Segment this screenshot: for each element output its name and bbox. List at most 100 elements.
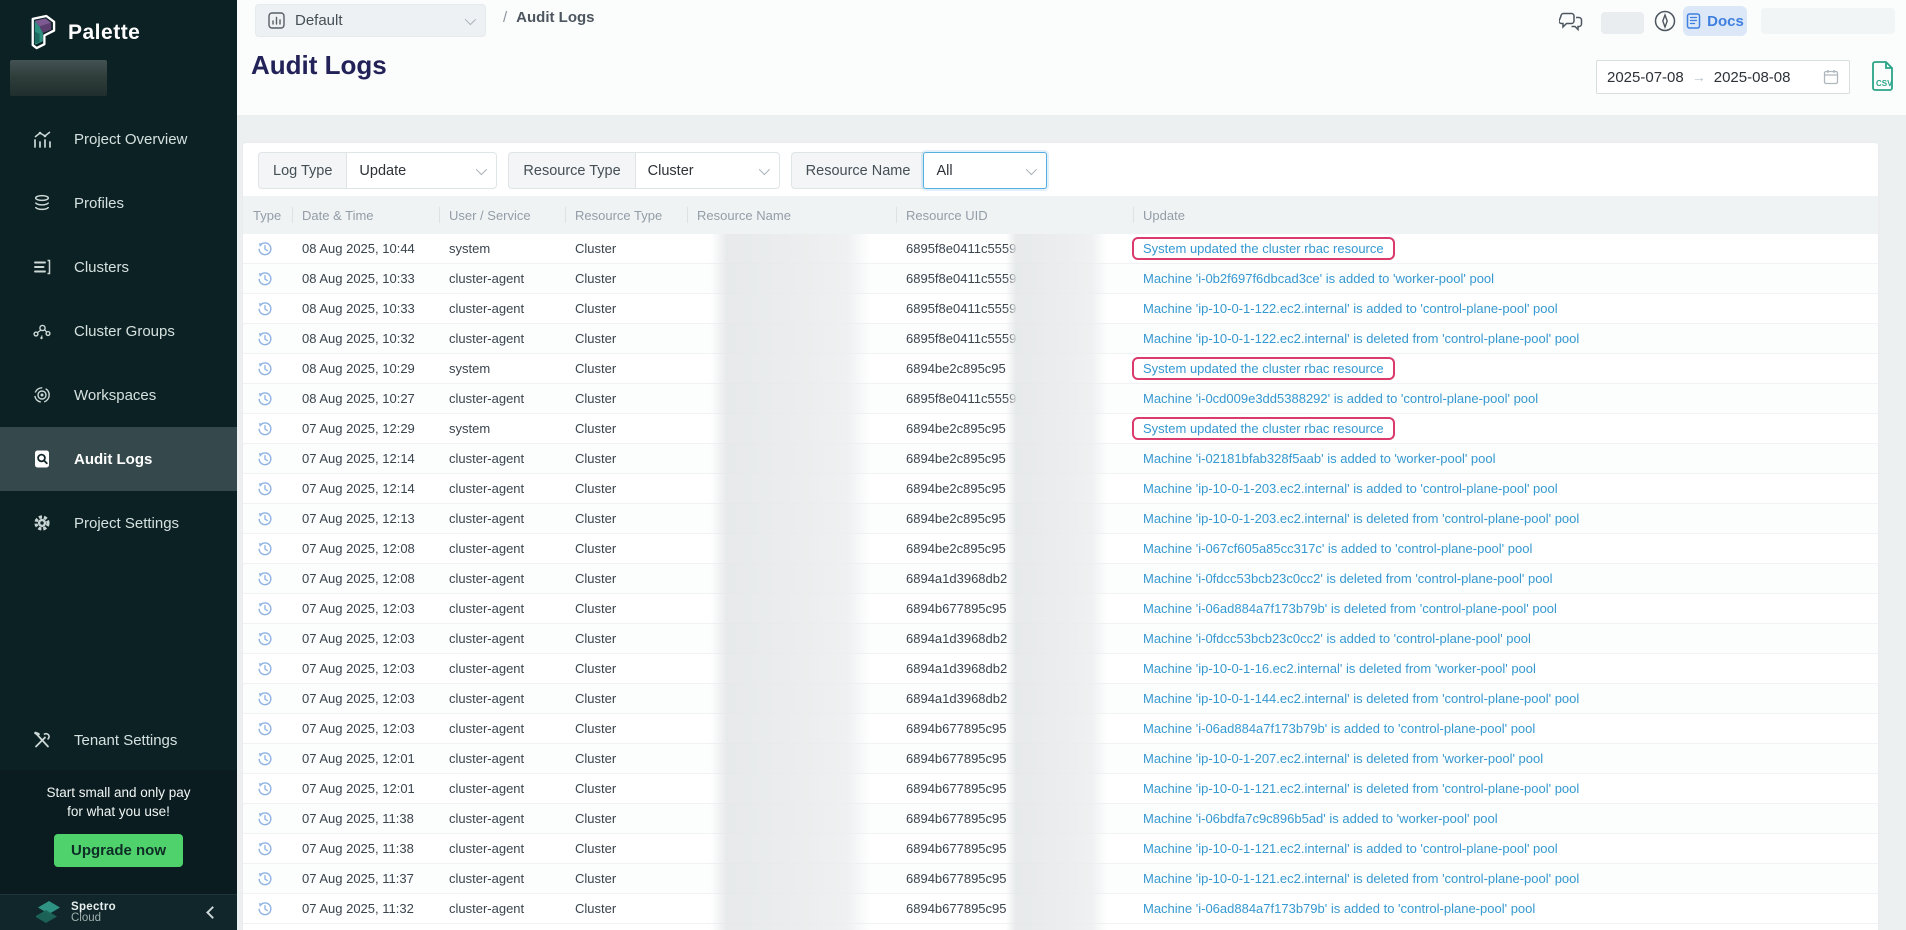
sidebar-item-profiles[interactable]: Profiles	[0, 171, 237, 235]
history-icon[interactable]	[257, 751, 273, 767]
table-row[interactable]: 08 Aug 2025, 10:33 cluster-agent Cluster…	[243, 294, 1878, 324]
table-row[interactable]: 07 Aug 2025, 12:03 cluster-agent Cluster…	[243, 684, 1878, 714]
sidebar-item-tenant-settings[interactable]: Tenant Settings	[0, 716, 237, 764]
table-row[interactable]: 08 Aug 2025, 10:33 cluster-agent Cluster…	[243, 264, 1878, 294]
table-row[interactable]: 07 Aug 2025, 12:08 cluster-agent Cluster…	[243, 534, 1878, 564]
update-link[interactable]: System updated the cluster rbac resource	[1132, 417, 1395, 440]
update-link[interactable]: Machine 'ip-10-0-1-121.ec2.internal' is …	[1143, 781, 1579, 796]
history-icon[interactable]	[257, 691, 273, 707]
history-icon[interactable]	[257, 841, 273, 857]
sidebar-item-audit-logs[interactable]: Audit Logs	[0, 427, 237, 491]
history-icon[interactable]	[257, 271, 273, 287]
table-row[interactable]: 07 Aug 2025, 12:08 cluster-agent Cluster…	[243, 564, 1878, 594]
table-row[interactable]: 08 Aug 2025, 10:44 system Cluster 6895f8…	[243, 234, 1878, 264]
resource-type-cell: Cluster	[565, 774, 687, 803]
update-link[interactable]: System updated the cluster rbac resource	[1132, 237, 1395, 260]
update-link[interactable]: Machine 'ip-10-0-1-203.ec2.internal' is …	[1143, 481, 1558, 496]
table-row[interactable]: 07 Aug 2025, 12:14 cluster-agent Cluster…	[243, 444, 1878, 474]
feedback-chat-icon[interactable]	[1559, 10, 1585, 39]
sidebar-item-project-overview[interactable]: Project Overview	[0, 107, 237, 171]
filter-resource-type-select[interactable]: Cluster	[635, 152, 780, 189]
history-icon[interactable]	[257, 481, 273, 497]
table-row[interactable]: 07 Aug 2025, 12:03 cluster-agent Cluster…	[243, 654, 1878, 684]
history-icon[interactable]	[257, 511, 273, 527]
resource-uid-cell: 6894be2c895c95	[896, 414, 1133, 443]
history-icon[interactable]	[257, 781, 273, 797]
update-link[interactable]: Machine 'ip-10-0-1-122.ec2.internal' is …	[1143, 301, 1558, 316]
table-row[interactable]: 07 Aug 2025, 12:13 cluster-agent Cluster…	[243, 504, 1878, 534]
update-link[interactable]: Machine 'i-0fdcc53bcb23c0cc2' is deleted…	[1143, 571, 1553, 586]
update-link[interactable]: Machine 'ip-10-0-1-144.ec2.internal' is …	[1143, 691, 1579, 706]
table-row[interactable]: 08 Aug 2025, 10:29 system Cluster 6894be…	[243, 354, 1878, 384]
table-row[interactable]: 07 Aug 2025, 11:37 cluster-agent Cluster…	[243, 864, 1878, 894]
filter-resource-name-select[interactable]: All	[923, 152, 1047, 189]
history-icon[interactable]	[257, 661, 273, 677]
sidebar-item-project-settings[interactable]: Project Settings	[0, 491, 237, 555]
chevron-down-icon	[758, 163, 769, 174]
history-icon[interactable]	[257, 241, 273, 257]
date-range-picker[interactable]: 2025-07-08 → 2025-08-08	[1596, 60, 1850, 94]
update-link[interactable]: Machine 'i-06bdfa7c9c896b5ad' is added t…	[1143, 811, 1498, 826]
table-row[interactable]: 07 Aug 2025, 12:03 cluster-agent Cluster…	[243, 714, 1878, 744]
table-row[interactable]: 07 Aug 2025, 11:32 cluster-agent Cluster…	[243, 894, 1878, 924]
table-row[interactable]: 07 Aug 2025, 12:29 system Cluster 6894be…	[243, 414, 1878, 444]
update-link[interactable]: Machine 'i-06ad884a7f173b79b' is deleted…	[1143, 601, 1557, 616]
table-row[interactable]: 07 Aug 2025, 12:01 cluster-agent Cluster…	[243, 774, 1878, 804]
export-csv-button[interactable]: CSV	[1866, 60, 1900, 94]
update-link[interactable]: Machine 'i-06ad884a7f173b79b' is added t…	[1143, 901, 1535, 916]
history-icon[interactable]	[257, 571, 273, 587]
update-link[interactable]: Machine 'ip-10-0-1-16.ec2.internal' is d…	[1143, 661, 1536, 676]
table-row[interactable]: 07 Aug 2025, 11:38 cluster-agent Cluster…	[243, 804, 1878, 834]
history-icon[interactable]	[257, 451, 273, 467]
user-service-cell: cluster-agent	[439, 384, 565, 413]
update-cell: System updated the cluster rbac resource	[1133, 414, 1878, 443]
history-icon[interactable]	[257, 541, 273, 557]
resource-uid-cell: 6894a1d3968db2	[896, 624, 1133, 653]
resource-uid-cell: 6894be2c895c95	[896, 534, 1133, 563]
upgrade-promo: Start small and only pay for what you us…	[0, 770, 237, 894]
date-from-value[interactable]: 2025-07-08	[1607, 69, 1684, 86]
update-link[interactable]: Machine 'ip-10-0-1-121.ec2.internal' is …	[1143, 871, 1579, 886]
history-icon[interactable]	[257, 871, 273, 887]
update-link[interactable]: Machine 'i-0cd009e3dd5388292' is added t…	[1143, 391, 1538, 406]
docs-button[interactable]: Docs	[1683, 6, 1747, 36]
table-row[interactable]: 07 Aug 2025, 11:38 cluster-agent Cluster…	[243, 834, 1878, 864]
update-link[interactable]: Machine 'i-0fdcc53bcb23c0cc2' is added t…	[1143, 631, 1531, 646]
history-icon[interactable]	[257, 301, 273, 317]
history-icon[interactable]	[257, 631, 273, 647]
audit-doc-icon	[32, 449, 52, 469]
update-link[interactable]: Machine 'i-06ad884a7f173b79b' is added t…	[1143, 721, 1535, 736]
upgrade-now-button[interactable]: Upgrade now	[54, 834, 183, 867]
update-link[interactable]: Machine 'ip-10-0-1-203.ec2.internal' is …	[1143, 511, 1579, 526]
table-row[interactable]: 07 Aug 2025, 12:03 cluster-agent Cluster…	[243, 594, 1878, 624]
update-link[interactable]: Machine 'i-067cf605a85cc317c' is added t…	[1143, 541, 1532, 556]
sidebar-item-workspaces[interactable]: Workspaces	[0, 363, 237, 427]
table-row[interactable]: 07 Aug 2025, 12:01 cluster-agent Cluster…	[243, 744, 1878, 774]
table-row[interactable]: 08 Aug 2025, 10:27 cluster-agent Cluster…	[243, 384, 1878, 414]
compass-help-icon[interactable]	[1653, 9, 1677, 38]
collapse-sidebar-icon[interactable]	[206, 906, 219, 919]
table-row[interactable]: 07 Aug 2025, 12:14 cluster-agent Cluster…	[243, 474, 1878, 504]
update-link[interactable]: Machine 'ip-10-0-1-207.ec2.internal' is …	[1143, 751, 1543, 766]
sidebar-item-cluster-groups[interactable]: Cluster Groups	[0, 299, 237, 363]
table-row[interactable]: 08 Aug 2025, 10:32 cluster-agent Cluster…	[243, 324, 1878, 354]
history-icon[interactable]	[257, 601, 273, 617]
history-icon[interactable]	[257, 361, 273, 377]
history-icon[interactable]	[257, 421, 273, 437]
filter-log-type-value: Update	[359, 163, 406, 179]
update-link[interactable]: Machine 'i-02181bfab328f5aab' is added t…	[1143, 451, 1496, 466]
history-icon[interactable]	[257, 901, 273, 917]
history-icon[interactable]	[257, 811, 273, 827]
update-link[interactable]: Machine 'ip-10-0-1-122.ec2.internal' is …	[1143, 331, 1579, 346]
history-icon[interactable]	[257, 391, 273, 407]
sidebar-item-clusters[interactable]: Clusters	[0, 235, 237, 299]
project-selector[interactable]: Default	[255, 4, 486, 37]
date-to-value[interactable]: 2025-08-08	[1714, 69, 1791, 86]
history-icon[interactable]	[257, 721, 273, 737]
table-row[interactable]: 07 Aug 2025, 12:03 cluster-agent Cluster…	[243, 624, 1878, 654]
history-icon[interactable]	[257, 331, 273, 347]
filter-log-type-select[interactable]: Update	[346, 152, 497, 189]
update-link[interactable]: System updated the cluster rbac resource	[1132, 357, 1395, 380]
update-link[interactable]: Machine 'ip-10-0-1-121.ec2.internal' is …	[1143, 841, 1558, 856]
update-link[interactable]: Machine 'i-0b2f697f6dbcad3ce' is added t…	[1143, 271, 1494, 286]
